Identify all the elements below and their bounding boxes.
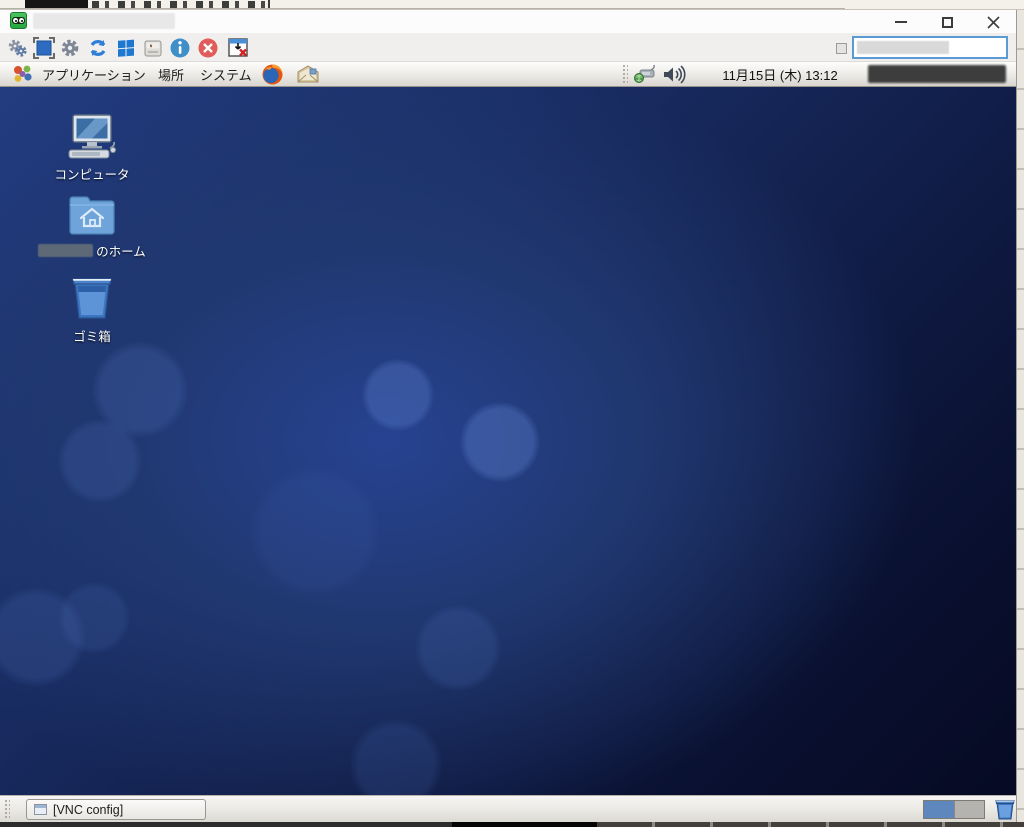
wallpaper-bokeh [250,467,380,597]
wallpaper-bokeh [362,359,434,431]
main-menu-icon[interactable] [11,63,34,86]
gnome-top-panel: アプリケーション 場所 システム [0,62,1016,87]
close-connection-icon[interactable] [196,36,220,60]
host-taskbar-right-segment [597,822,1024,827]
panel-text-redacted [868,65,1006,83]
desktop[interactable]: コンピュータ のホーム [0,87,1016,795]
close-button[interactable] [976,12,1010,32]
title-bar[interactable] [0,10,1016,33]
disconnect-window-icon[interactable] [226,36,250,60]
desktop-icon-label: のホーム [38,241,146,260]
clock-text: 11月15日 (木) 13:12 [722,65,837,84]
host-address-input[interactable] [852,36,1008,59]
workspace-2[interactable] [954,801,984,818]
vnc-viewer-window: アプリケーション 場所 システム [0,10,1017,822]
trash-label-text: ゴミ箱 [73,326,111,345]
desktop-icon-label: ゴミ箱 [73,326,111,345]
maximize-button[interactable] [930,12,964,32]
network-icon[interactable] [631,63,658,86]
menu-places[interactable]: 場所 [152,62,190,86]
taskbar-button-label: [VNC config] [53,803,123,817]
info-icon[interactable] [168,36,192,60]
host-taskbar-sliver [0,822,1024,827]
gnome-bottom-panel: [VNC config] [0,795,1016,822]
mail-icon[interactable] [296,63,319,86]
screen: アプリケーション 場所 システム [0,0,1024,827]
firefox-icon[interactable] [261,63,284,86]
file-transfer-icon[interactable] [141,36,165,60]
connection-options-icon[interactable] [6,36,30,60]
menu-system-label: システム [200,65,252,84]
window-icon [34,804,47,815]
toolbar-checkbox[interactable] [836,43,847,54]
menu-system[interactable]: システム [194,62,258,86]
menu-applications-label: アプリケーション [42,65,146,84]
workspace-switcher [923,800,985,819]
menu-places-label: 場所 [158,65,184,84]
vnc-eyes-icon [10,12,27,29]
wallpaper-bokeh [58,419,142,503]
desktop-icon-computer[interactable]: コンピュータ [32,114,152,183]
home-label-text: のホーム [96,241,146,260]
host-address-redacted [857,41,949,54]
username-redacted [38,244,93,257]
desktop-icon-home[interactable]: のホーム [32,194,152,260]
volume-icon[interactable] [661,63,687,86]
computer-label-text: コンピュータ [54,164,129,183]
send-windows-key-icon[interactable] [114,36,138,60]
host-taskbar-dark-segment [452,822,597,827]
trash-icon [69,274,115,322]
workspace-1[interactable] [924,801,954,818]
vnc-toolbar [0,33,1016,62]
clock-applet[interactable]: 11月15日 (木) 13:12 [700,62,860,86]
fullscreen-icon[interactable] [32,36,56,60]
wallpaper-bokeh [460,402,540,482]
settings-gear-icon[interactable] [58,36,82,60]
desktop-icon-trash[interactable]: ゴミ箱 [32,274,152,345]
wallpaper-bokeh [58,582,130,654]
computer-icon [65,114,119,160]
background-window-right-sliver [1017,10,1024,822]
menu-applications[interactable]: アプリケーション [36,62,152,86]
wallpaper-bokeh [415,605,501,691]
trash-applet-icon[interactable] [994,798,1016,821]
window-title-redacted [33,13,175,29]
panel-drag-handle[interactable] [4,799,10,820]
desktop-icon-label: コンピュータ [54,164,129,183]
background-window-edge [0,8,845,9]
refresh-icon[interactable] [86,36,110,60]
minimize-button[interactable] [884,12,918,32]
background-window-top-sliver [0,0,1024,10]
home-folder-icon [67,194,117,237]
panel-drag-handle[interactable] [622,64,628,85]
taskbar-window-button[interactable]: [VNC config] [26,799,206,820]
